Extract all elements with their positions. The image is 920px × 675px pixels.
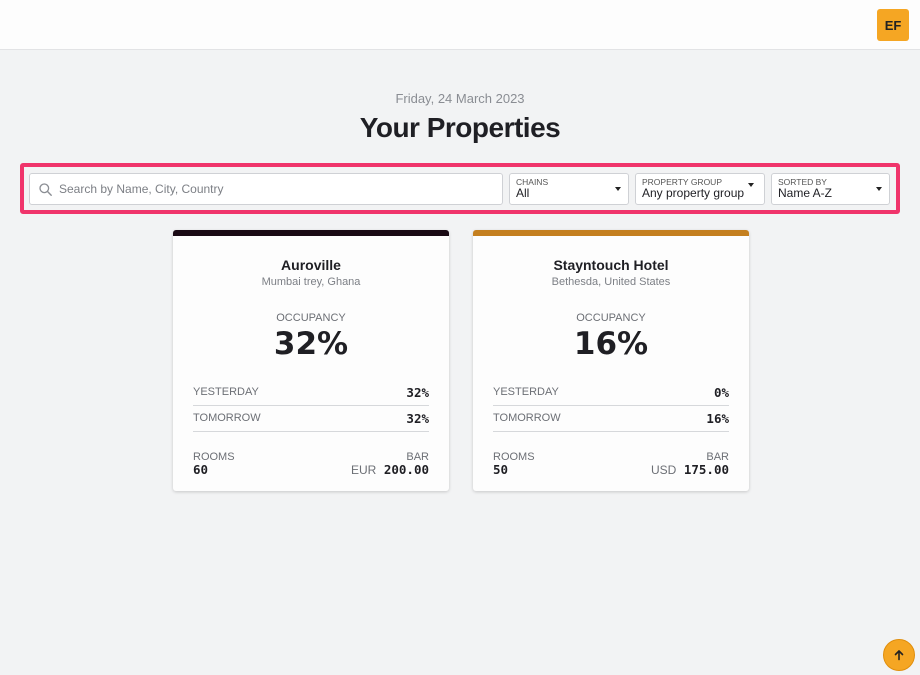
chevron-down-icon bbox=[876, 187, 882, 191]
property-group-value: Any property group bbox=[642, 186, 745, 200]
card-accent-bar bbox=[173, 230, 449, 236]
scroll-to-top-button[interactable] bbox=[883, 639, 915, 671]
bar-block: BAR EUR 200.00 bbox=[351, 451, 429, 477]
yesterday-row: YESTERDAY 0% bbox=[493, 380, 729, 406]
sorted-by-value: Name A-Z bbox=[778, 186, 833, 200]
property-name: Stayntouch Hotel bbox=[553, 257, 669, 273]
tomorrow-value: 32% bbox=[406, 411, 429, 426]
occupancy-value: 32% bbox=[273, 326, 349, 362]
arrow-up-icon bbox=[894, 650, 904, 661]
yesterday-value: 32% bbox=[406, 385, 429, 400]
chevron-down-icon bbox=[748, 183, 754, 187]
bar-currency: USD bbox=[650, 463, 677, 477]
property-card[interactable]: Stayntouch Hotel Bethesda, United States… bbox=[473, 230, 749, 491]
rooms-value: 50 bbox=[493, 462, 509, 477]
tomorrow-row: TOMORROW 32% bbox=[193, 406, 429, 432]
yesterday-value: 0% bbox=[713, 385, 729, 400]
card-accent-bar bbox=[473, 230, 749, 236]
property-card[interactable]: Auroville Mumbai trey, Ghana OCCUPANCY 3… bbox=[173, 230, 449, 491]
current-date: Friday, 24 March 2023 bbox=[395, 91, 525, 106]
search-input[interactable] bbox=[59, 182, 489, 196]
yesterday-label: YESTERDAY bbox=[193, 386, 259, 398]
bar-rate: EUR 200.00 bbox=[350, 462, 429, 478]
bar-currency: EUR bbox=[350, 463, 377, 477]
bar-rate: USD 175.00 bbox=[650, 462, 729, 478]
yesterday-row: YESTERDAY 32% bbox=[193, 380, 429, 406]
property-location: Bethesda, United States bbox=[551, 276, 671, 288]
rooms-block: ROOMS 50 bbox=[493, 451, 535, 477]
chevron-down-icon bbox=[615, 187, 621, 191]
rooms-value: 60 bbox=[193, 462, 209, 477]
rooms-block: ROOMS 60 bbox=[193, 451, 235, 477]
occupancy-value: 16% bbox=[573, 326, 649, 362]
tomorrow-label: TOMORROW bbox=[193, 412, 261, 424]
sorted-by-select[interactable]: SORTED BY Name A-Z bbox=[771, 173, 890, 205]
yesterday-label: YESTERDAY bbox=[493, 386, 559, 398]
tomorrow-value: 16% bbox=[706, 411, 729, 426]
chains-value: All bbox=[516, 186, 530, 200]
filter-bar: CHAINS All PROPERTY GROUP Any property g… bbox=[20, 163, 900, 214]
tomorrow-label: TOMORROW bbox=[493, 412, 561, 424]
bar-value: 200.00 bbox=[383, 462, 429, 477]
property-location: Mumbai trey, Ghana bbox=[261, 276, 361, 288]
user-avatar[interactable]: EF bbox=[877, 9, 909, 41]
top-bar: EF bbox=[0, 0, 920, 50]
tomorrow-row: TOMORROW 16% bbox=[493, 406, 729, 432]
search-box[interactable] bbox=[29, 173, 503, 205]
chains-select[interactable]: CHAINS All bbox=[509, 173, 629, 205]
occupancy-label: OCCUPANCY bbox=[576, 312, 646, 324]
property-group-select[interactable]: PROPERTY GROUP Any property group bbox=[635, 173, 765, 205]
search-icon bbox=[39, 182, 52, 196]
bar-block: BAR USD 175.00 bbox=[651, 451, 729, 477]
chains-label: CHAINS bbox=[516, 177, 549, 187]
property-name: Auroville bbox=[281, 257, 341, 273]
bar-value: 175.00 bbox=[683, 462, 729, 477]
page-title: Your Properties bbox=[359, 112, 561, 143]
occupancy-label: OCCUPANCY bbox=[276, 312, 346, 324]
